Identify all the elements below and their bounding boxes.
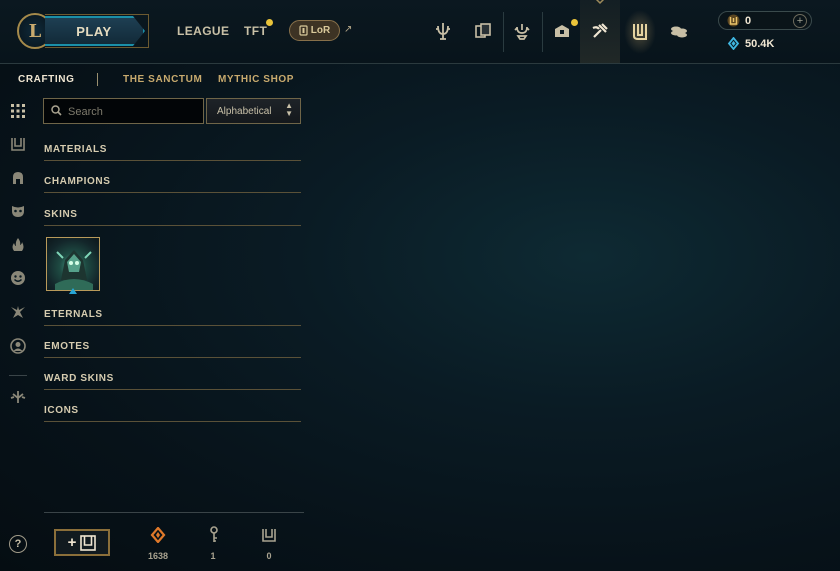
lor-button[interactable]: LoR xyxy=(289,20,340,41)
sort-dropdown[interactable]: Alphabetical ▲ ▼ xyxy=(206,98,301,124)
add-label: + xyxy=(67,534,77,551)
category-emotes[interactable]: EMOTES xyxy=(44,341,301,358)
lor-logo-icon xyxy=(299,25,308,36)
skin-artwork-icon xyxy=(55,250,93,290)
category-materials[interactable]: MATERIALS xyxy=(44,144,301,161)
blue-essence-icon xyxy=(727,37,740,50)
skin-shard-tile[interactable] xyxy=(46,237,100,291)
grid-all-icon[interactable] xyxy=(9,102,27,120)
active-tab-chevron-icon xyxy=(595,0,605,5)
riot-points-icon xyxy=(727,14,740,27)
play-button[interactable]: PLAY xyxy=(45,16,145,46)
tft-icon[interactable] xyxy=(426,14,460,48)
sort-dropdown-value: Alphabetical xyxy=(217,106,272,117)
clash-trophy-icon[interactable] xyxy=(505,14,539,48)
subnav-divider xyxy=(97,73,98,86)
ward-icon[interactable] xyxy=(9,303,27,321)
external-link-icon: ↗ xyxy=(344,24,353,35)
category-icons[interactable]: ICONS xyxy=(44,405,301,422)
chest-icon xyxy=(80,534,97,551)
nav-league[interactable]: LEAGUE xyxy=(177,24,229,38)
loot-notification-dot xyxy=(571,19,578,26)
tab-the-sanctum[interactable]: THE SANCTUM xyxy=(123,74,202,85)
search-icon xyxy=(51,105,62,116)
help-button[interactable]: ? xyxy=(9,535,27,553)
orange-essence-icon xyxy=(150,526,166,544)
tab-crafting[interactable]: CRAFTING xyxy=(18,74,74,85)
add-chest-button[interactable]: + xyxy=(54,529,110,556)
category-ward-skins[interactable]: WARD SKINS xyxy=(44,373,301,390)
crafting-hammer-icon[interactable] xyxy=(583,14,617,48)
category-eternals[interactable]: ETERNALS xyxy=(44,309,301,326)
key-icon xyxy=(206,526,222,544)
search-box[interactable] xyxy=(43,98,204,124)
shard-indicator-icon xyxy=(69,288,77,294)
blue-essence-value: 50.4K xyxy=(745,38,775,50)
riot-points-value: 0 xyxy=(745,15,752,27)
chest-icon xyxy=(261,526,277,544)
chest-count: 0 xyxy=(266,551,272,561)
top-divider xyxy=(503,12,504,52)
flame-icon[interactable] xyxy=(9,236,27,254)
chevron-updown-icon: ▲ ▼ xyxy=(285,101,293,118)
mask-icon[interactable] xyxy=(9,202,27,220)
search-input[interactable] xyxy=(66,102,202,122)
chest-icon[interactable] xyxy=(9,135,27,153)
collection-cards-icon[interactable] xyxy=(466,14,500,48)
tab-mythic-shop[interactable]: MYTHIC SHOP xyxy=(218,74,294,85)
key-count: 1 xyxy=(210,551,216,561)
helmet-icon[interactable] xyxy=(9,169,27,187)
emote-face-icon[interactable] xyxy=(9,269,27,287)
tft-notification-dot xyxy=(266,19,273,26)
key-fragment-icon[interactable] xyxy=(9,388,27,406)
nav-tft[interactable]: TFT xyxy=(244,24,267,38)
lor-label: LoR xyxy=(310,25,331,36)
category-champions[interactable]: CHAMPIONS xyxy=(44,176,301,193)
bottom-divider xyxy=(44,512,304,513)
store-coins-icon[interactable] xyxy=(662,14,696,48)
category-skins[interactable]: SKINS xyxy=(44,209,301,226)
rail-divider xyxy=(9,375,27,376)
orange-essence-count: 1638 xyxy=(147,551,169,561)
top-divider xyxy=(542,12,543,52)
add-rp-button[interactable]: + xyxy=(793,14,807,28)
profile-icon[interactable] xyxy=(9,337,27,355)
hextech-icon[interactable] xyxy=(623,14,657,48)
